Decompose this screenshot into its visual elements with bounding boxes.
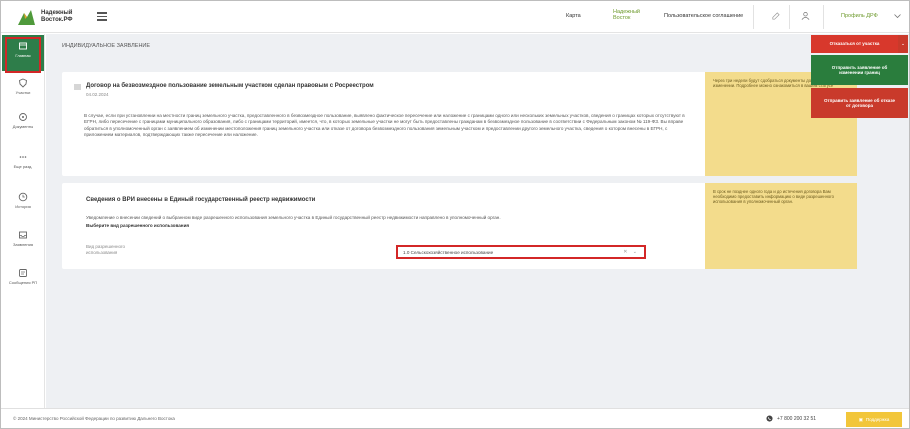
sidebar-item-label: Еще разд. [13, 164, 33, 169]
vri-select[interactable]: 1.0 Сельскохозяйственное использование ✕… [396, 245, 646, 259]
user-icon[interactable] [801, 11, 810, 21]
header-link-agreement[interactable]: Пользовательское соглашение [664, 13, 743, 19]
vri-note-text: В срок не позднее одного года и до истеч… [713, 189, 834, 205]
footer-copyright: © 2024 Министерство Российской Федерации… [13, 416, 175, 421]
footer-phone[interactable]: +7 800 200 32 51 [766, 415, 816, 422]
sidebar: Главная Участки Документы Еще разд. Исто… [1, 34, 45, 408]
sidebar-item-documents[interactable]: Документы [1, 112, 45, 129]
logo-text: Надежный Восток.РФ [41, 10, 73, 23]
vri-card-instruction: Выберите вид разрешенного использования [86, 223, 190, 228]
clock-icon [18, 192, 28, 202]
menu-burger-icon[interactable] [97, 12, 107, 23]
sidebar-item-label: Документы [12, 124, 34, 129]
chat-icon: ▣ [858, 416, 863, 422]
contract-card-text: В случае, если при установлении на местн… [84, 113, 685, 138]
message-icon [19, 269, 27, 277]
phone-icon [766, 415, 773, 422]
change-borders-button[interactable]: Отправить заявление об изменении границ [811, 55, 908, 85]
vri-select-value: 1.0 Сельскохозяйственное использование [403, 249, 494, 255]
more-icon [19, 156, 27, 158]
edit-icon[interactable] [771, 12, 780, 21]
actions-toggle-chevron-icon[interactable]: ⌄ [898, 35, 908, 53]
sidebar-item-more[interactable]: Еще разд. [1, 152, 45, 169]
vri-card: Сведения о ВРИ внесены в Единый государс… [62, 183, 857, 269]
inbox-icon [19, 231, 27, 239]
user-profile-link[interactable]: Профиль ДРФ [841, 13, 878, 19]
sidebar-item-label: Участки [15, 90, 31, 95]
page-title: ИНДИВИДУАЛЬНОЕ ЗАЯВЛЕНИЕ [62, 43, 151, 49]
logo-icon [18, 10, 35, 25]
main-content: ИНДИВИДУАЛЬНОЕ ЗАЯВЛЕНИЕ Договор на безв… [46, 34, 909, 408]
contract-card: Договор на безвозмездное пользование зем… [62, 72, 857, 176]
sidebar-item-plots[interactable]: Участки [1, 78, 45, 95]
header-link-vostok[interactable]: Надежный Восток [613, 9, 653, 21]
contract-card-date: 04.02.2024 [86, 92, 109, 97]
support-button-label: Поддержка [865, 417, 890, 422]
vri-card-note: В срок не позднее одного года и до истеч… [705, 183, 857, 269]
contract-card-title: Договор на безвозмездное пользование зем… [86, 83, 374, 89]
sidebar-item-applications[interactable]: Заявления [1, 230, 45, 247]
sidebar-item-label: Заявления [12, 242, 33, 247]
sidebar-item-label: История [15, 204, 31, 209]
vri-field-label: Вид разрешенного использования [86, 244, 126, 255]
sidebar-item-messages[interactable]: Сообщения РП [1, 268, 45, 285]
footer: © 2024 Министерство Российской Федерации… [1, 408, 909, 428]
support-button[interactable]: ▣ Поддержка [846, 412, 902, 427]
highlight-box [5, 37, 41, 73]
vri-card-text: Уведомление о внесении сведений о выбран… [86, 215, 501, 220]
vri-card-title: Сведения о ВРИ внесены в Единый государс… [86, 197, 316, 203]
shield-icon [19, 78, 27, 88]
chevron-down-icon[interactable] [894, 14, 901, 19]
document-icon [19, 113, 27, 121]
footer-phone-number: +7 800 200 32 51 [777, 415, 817, 422]
top-header: Надежный Восток.РФ Карта Надежный Восток… [1, 1, 909, 33]
sidebar-item-label: Сообщения РП [8, 280, 38, 285]
sidebar-item-history[interactable]: История [1, 192, 45, 209]
refuse-contract-button[interactable]: Отправить заявление об отказе от договор… [811, 88, 908, 118]
select-controls-icon[interactable]: ✕ ⌄ [623, 249, 639, 255]
refuse-plot-button[interactable]: Отказаться от участка [811, 35, 898, 53]
site-logo[interactable]: Надежный Восток.РФ [15, 7, 73, 27]
header-link-map[interactable]: Карта [566, 13, 581, 19]
list-icon [74, 84, 81, 90]
